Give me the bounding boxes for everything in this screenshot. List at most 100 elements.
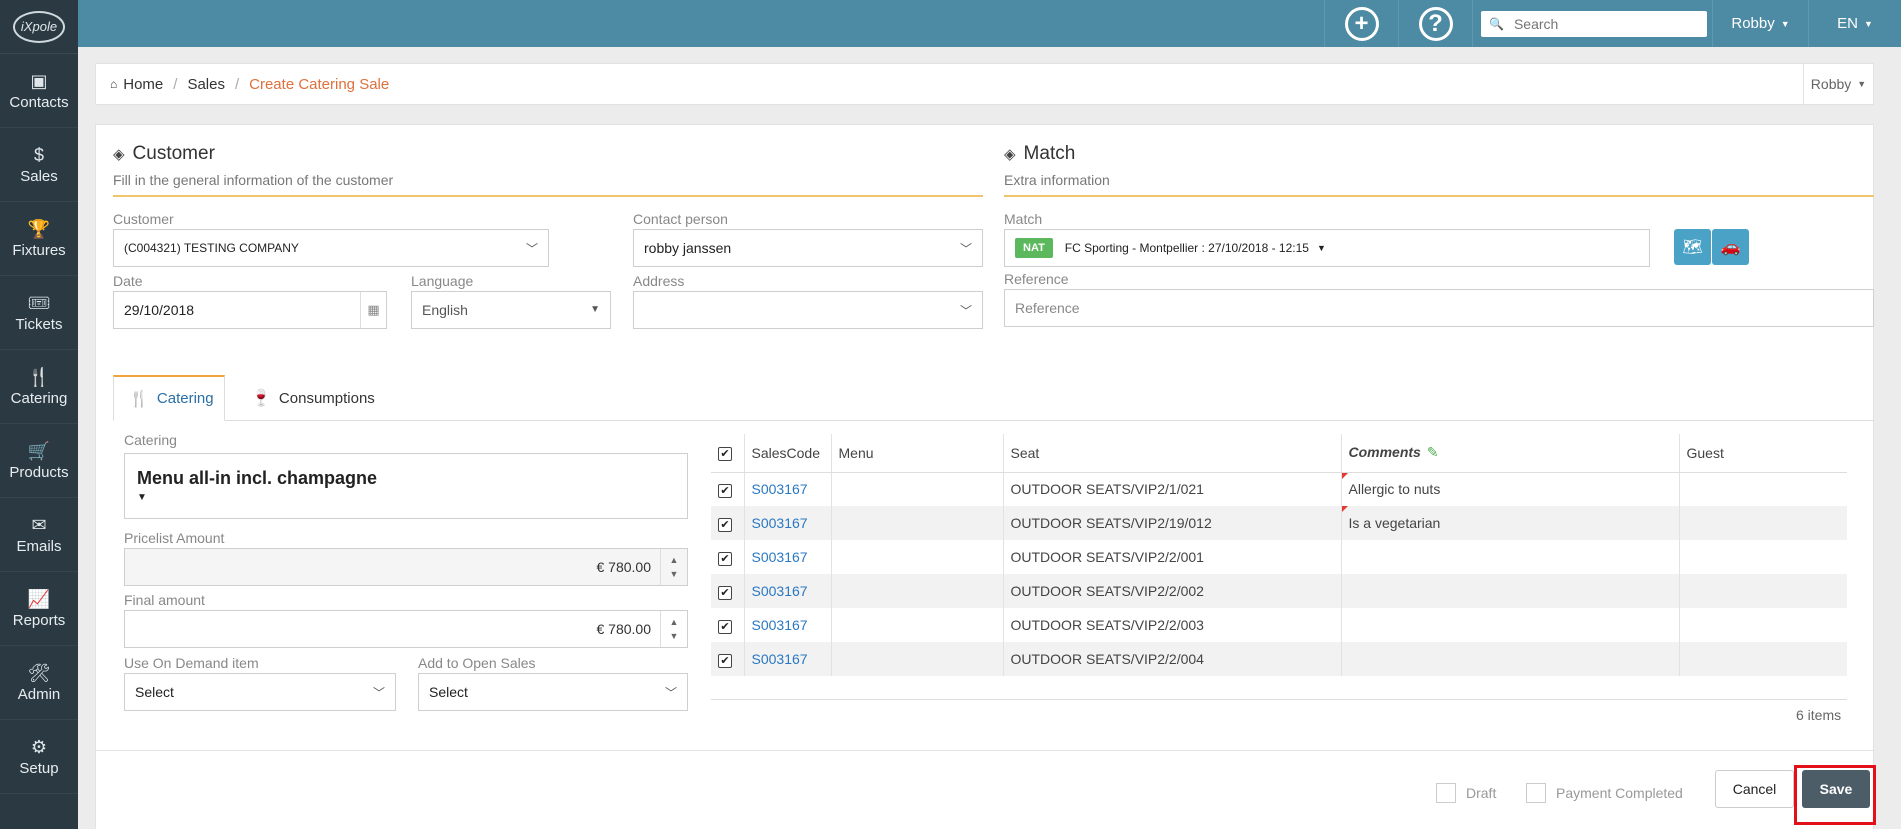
sidebar-item-setup[interactable]: ⚙ Setup bbox=[0, 720, 78, 794]
sidebar-item-contacts[interactable]: ▣ Contacts bbox=[0, 54, 78, 128]
guest-cell[interactable] bbox=[1678, 642, 1847, 676]
chevron-down-icon: ﹀ bbox=[372, 686, 385, 700]
open-sales-select[interactable]: Select ﹀ bbox=[418, 673, 688, 711]
save-button[interactable]: Save bbox=[1802, 770, 1870, 808]
row-checkbox[interactable]: ✔ bbox=[718, 585, 732, 600]
date-value: 29/10/2018 bbox=[124, 302, 195, 318]
col-comments[interactable]: Comments ✎ bbox=[1340, 434, 1679, 473]
table-row[interactable]: ✔ S003167 OUTDOOR SEATS/VIP2/19/012 Is a ve… bbox=[711, 506, 1847, 540]
menu-cell[interactable] bbox=[830, 540, 1003, 574]
on-demand-select[interactable]: Select ﹀ bbox=[124, 673, 396, 711]
breadcrumb-home[interactable]: Home bbox=[123, 76, 163, 93]
app-logo[interactable]: iXpole bbox=[0, 0, 78, 54]
sidebar-item-label: Fixtures bbox=[12, 241, 66, 259]
row-checkbox[interactable]: ✔ bbox=[718, 551, 732, 566]
match-title-text: Match bbox=[1023, 143, 1076, 164]
address-select[interactable]: ﹀ bbox=[633, 291, 983, 329]
guest-cell[interactable] bbox=[1678, 472, 1847, 506]
user-menu[interactable]: Robby ▼ bbox=[1712, 0, 1808, 47]
reference-input[interactable]: Reference bbox=[1004, 289, 1874, 327]
comment-cell[interactable] bbox=[1340, 540, 1679, 574]
trophy-icon: 🏆 bbox=[27, 218, 51, 239]
salescode-link[interactable]: S003167 bbox=[752, 651, 808, 667]
row-checkbox[interactable]: ✔ bbox=[718, 619, 732, 634]
salescode-link[interactable]: S003167 bbox=[752, 583, 808, 599]
row-checkbox[interactable]: ✔ bbox=[718, 517, 732, 532]
on-demand-value: Select bbox=[135, 684, 174, 700]
cancel-button[interactable]: Cancel bbox=[1715, 770, 1794, 808]
comment-cell[interactable]: Allergic to nuts bbox=[1340, 472, 1679, 506]
match-select[interactable]: NAT FC Sporting - Montpellier : 27/10/20… bbox=[1004, 229, 1650, 267]
date-field[interactable]: 29/10/2018 ▦ bbox=[113, 291, 387, 329]
customer-divider bbox=[113, 195, 983, 197]
add-button[interactable]: + bbox=[1324, 0, 1398, 47]
comment-cell[interactable] bbox=[1340, 574, 1679, 608]
menu-cell[interactable] bbox=[830, 574, 1003, 608]
comment-cell[interactable] bbox=[1340, 608, 1679, 642]
language-select[interactable]: English ▼ bbox=[411, 291, 611, 329]
catering-select[interactable]: Menu all-in incl. champagne ▼ bbox=[124, 453, 688, 519]
sidebar-item-fixtures[interactable]: 🏆 Fixtures bbox=[0, 202, 78, 276]
guest-cell[interactable] bbox=[1678, 540, 1847, 574]
menu-cell[interactable] bbox=[830, 608, 1003, 642]
sidebar-item-products[interactable]: 🛒 Products bbox=[0, 424, 78, 498]
payment-completed-checkbox[interactable]: Payment Completed bbox=[1526, 783, 1683, 803]
tab-catering[interactable]: 🍴 Catering bbox=[113, 375, 225, 421]
breadcrumb-user-menu[interactable]: Robby ▼ bbox=[1803, 64, 1873, 104]
sidebar-item-sales[interactable]: $ Sales bbox=[0, 128, 78, 202]
sidebar-item-reports[interactable]: 📈 Reports bbox=[0, 572, 78, 646]
guest-cell[interactable] bbox=[1678, 574, 1847, 608]
help-button[interactable]: ? bbox=[1398, 0, 1472, 47]
menu-cell[interactable] bbox=[830, 472, 1003, 506]
sidebar-item-catering[interactable]: 🍴 Catering bbox=[0, 350, 78, 424]
guest-cell[interactable] bbox=[1678, 608, 1847, 642]
map-button[interactable]: 🗺 bbox=[1674, 229, 1711, 265]
salescode-link[interactable]: S003167 bbox=[752, 515, 808, 531]
col-guest[interactable]: Guest bbox=[1678, 434, 1847, 473]
tab-consumptions[interactable]: 🍷 Consumptions bbox=[236, 375, 390, 421]
spinner-icon[interactable]: ▲ ▼ bbox=[660, 611, 687, 647]
layers-icon: ◈ bbox=[113, 146, 125, 163]
draft-checkbox[interactable]: Draft bbox=[1436, 783, 1496, 803]
row-checkbox[interactable]: ✔ bbox=[718, 483, 732, 498]
parking-button[interactable]: 🚗 bbox=[1712, 229, 1749, 265]
table-row[interactable]: ✔ S003167 OUTDOOR SEATS/VIP2/2/004 bbox=[711, 642, 1847, 676]
sidebar-item-emails[interactable]: ✉ Emails bbox=[0, 498, 78, 572]
chart-icon: 📈 bbox=[27, 588, 51, 609]
salescode-link[interactable]: S003167 bbox=[752, 617, 808, 633]
breadcrumb-sales[interactable]: Sales bbox=[187, 76, 225, 93]
table-row[interactable]: ✔ S003167 OUTDOOR SEATS/VIP2/2/003 bbox=[711, 608, 1847, 642]
calendar-icon[interactable]: ▦ bbox=[360, 292, 386, 328]
language-menu[interactable]: EN ▼ bbox=[1808, 0, 1901, 47]
col-salescode[interactable]: SalesCode bbox=[743, 434, 831, 473]
comment-cell[interactable] bbox=[1340, 642, 1679, 676]
table-row[interactable]: ✔ S003167 OUTDOOR SEATS/VIP2/1/021 Allergic… bbox=[711, 472, 1847, 506]
draft-label: Draft bbox=[1466, 785, 1497, 801]
table-row[interactable]: ✔ S003167 OUTDOOR SEATS/VIP2/2/001 bbox=[711, 540, 1847, 574]
search-input[interactable] bbox=[1513, 15, 1694, 32]
salescode-link[interactable]: S003167 bbox=[752, 549, 808, 565]
contact-person-select[interactable]: robby janssen ﹀ bbox=[633, 229, 983, 267]
col-menu[interactable]: Menu bbox=[830, 434, 1003, 473]
sidebar-item-tickets[interactable]: 🎟 Tickets bbox=[0, 276, 78, 350]
guest-cell[interactable] bbox=[1678, 506, 1847, 540]
customer-select[interactable]: (C004321) TESTING COMPANY ﹀ bbox=[113, 229, 549, 267]
sidebar-item-admin[interactable]: 🛠 Admin bbox=[0, 646, 78, 720]
catering-sale-form: ◈ Customer Fill in the general informati… bbox=[95, 124, 1876, 829]
comment-cell[interactable]: Is a vegetarian bbox=[1340, 506, 1679, 540]
row-checkbox[interactable]: ✔ bbox=[718, 653, 732, 668]
salescode-link[interactable]: S003167 bbox=[752, 481, 808, 497]
col-seat[interactable]: Seat bbox=[1002, 434, 1341, 473]
salescode-cell: S003167 bbox=[743, 540, 831, 574]
chevron-down-icon: ﹀ bbox=[959, 304, 972, 318]
menu-cell[interactable] bbox=[830, 642, 1003, 676]
menu-cell[interactable] bbox=[830, 506, 1003, 540]
pencil-icon: ✎ bbox=[1426, 444, 1439, 461]
select-all-checkbox[interactable]: ✔ bbox=[718, 447, 732, 462]
items-count: 6 items bbox=[1796, 707, 1842, 723]
reference-label: Reference bbox=[1004, 271, 1069, 287]
table-row[interactable]: ✔ S003167 OUTDOOR SEATS/VIP2/2/002 bbox=[711, 574, 1847, 608]
breadcrumb-user-name: Robby bbox=[1810, 76, 1852, 92]
final-amount-input[interactable]: € 780.00 ▲ ▼ bbox=[124, 610, 688, 648]
plus-circle-icon: + bbox=[1344, 6, 1379, 41]
